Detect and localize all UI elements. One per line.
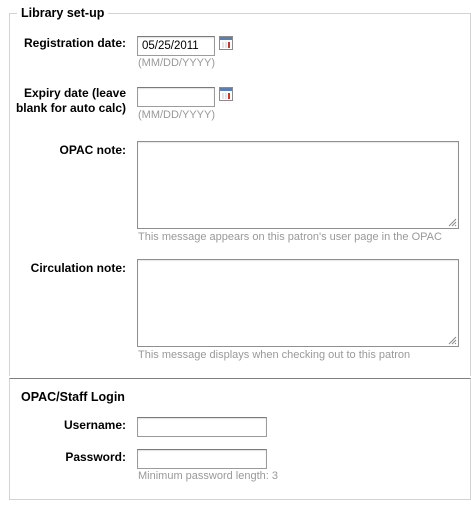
expiry-date-label: Expiry date (leave blank for auto calc) <box>15 86 126 115</box>
login-legend: OPAC/Staff Login <box>17 390 129 404</box>
circulation-note-hint: This message displays when checking out … <box>138 349 411 361</box>
username-label: Username: <box>63 418 126 432</box>
registration-date-hint: (MM/DD/YYYY) <box>138 57 215 69</box>
circulation-note-label: Circulation note: <box>30 261 126 275</box>
registration-date-label: Registration date: <box>23 36 126 50</box>
opac-note-label: OPAC note: <box>59 143 126 157</box>
opac-note-hint: This message appears on this patron's us… <box>138 231 442 243</box>
expiry-date-hint: (MM/DD/YYYY) <box>138 109 215 121</box>
username-input[interactable] <box>137 417 267 437</box>
opac-note-textarea[interactable] <box>137 141 459 229</box>
calendar-icon[interactable] <box>219 87 233 101</box>
password-hint: Minimum password length: 3 <box>138 470 279 482</box>
library-setup-legend: Library set-up <box>17 6 109 20</box>
resize-grip-icon[interactable] <box>447 217 457 227</box>
password-input[interactable] <box>137 449 267 469</box>
password-label: Password: <box>65 450 126 464</box>
expiry-date-input[interactable] <box>137 87 215 107</box>
registration-date-input[interactable] <box>137 36 215 56</box>
resize-grip-icon[interactable] <box>447 335 457 345</box>
circulation-note-textarea[interactable] <box>137 259 459 347</box>
calendar-icon[interactable] <box>219 36 233 50</box>
